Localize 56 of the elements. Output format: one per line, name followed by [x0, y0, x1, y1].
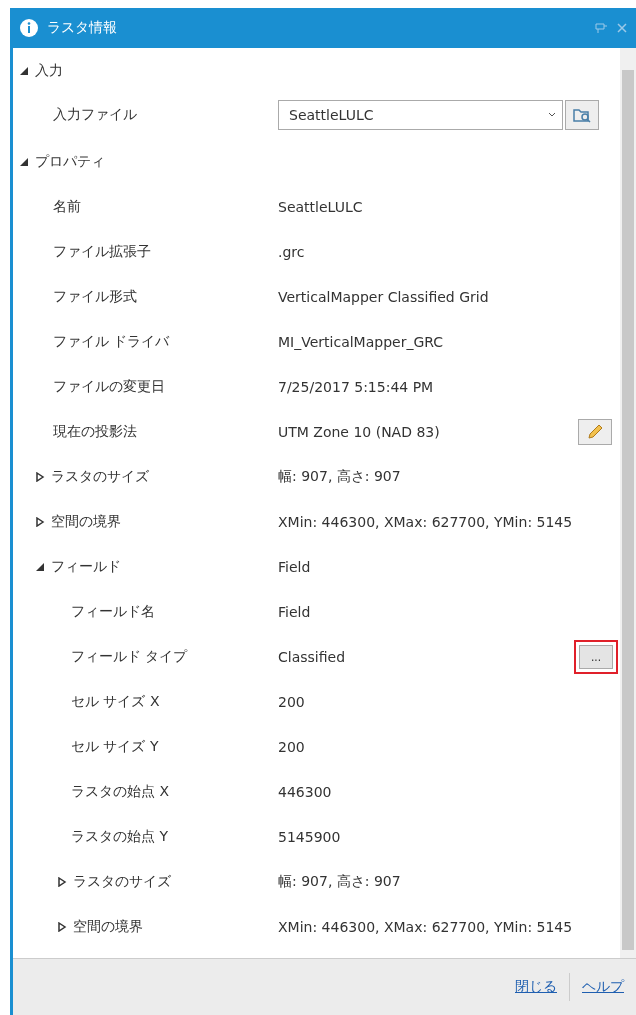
- property-label: 現在の投影法: [53, 422, 137, 441]
- footer-link[interactable]: ヘルプ: [582, 978, 624, 996]
- property-label: ファイルの変更日: [53, 377, 165, 396]
- property-label: 空間の境界: [73, 917, 143, 936]
- property-label: ファイル拡張子: [53, 242, 151, 261]
- property-label: フィールド タイプ: [71, 647, 188, 666]
- property-label: 入力ファイル: [53, 106, 137, 124]
- property-value: Field: [278, 603, 312, 620]
- collapsed-triangle-icon[interactable]: [35, 471, 45, 482]
- property-label: ラスタの始点 X: [71, 782, 170, 801]
- property-value: 200: [278, 693, 306, 710]
- folder-search-icon: [572, 106, 592, 124]
- property-label: ファイル ドライバ: [53, 332, 170, 351]
- property-label: セル サイズ Y: [71, 737, 159, 756]
- property-label: ラスタの始点 Y: [71, 827, 168, 846]
- collapsed-triangle-icon[interactable]: [35, 516, 45, 527]
- property-value: VerticalMapper Classified Grid: [278, 288, 490, 305]
- expanded-triangle-icon[interactable]: [19, 157, 29, 167]
- property-label: 名前: [53, 197, 81, 216]
- property-value: .grc: [278, 243, 306, 260]
- property-label: フィールド名: [71, 602, 155, 621]
- pencil-icon: [586, 422, 604, 441]
- input-file-dropdown[interactable]: SeattleLULC: [278, 100, 563, 130]
- info-icon: [19, 18, 39, 38]
- property-value: SeattleLULC: [278, 198, 364, 215]
- scrollbar[interactable]: [620, 48, 636, 958]
- property-value: XMin: 446300, XMax: 627700, YMin: 5145: [278, 918, 574, 935]
- expanded-triangle-icon[interactable]: [19, 66, 29, 76]
- property-label: フィールド: [51, 557, 121, 576]
- property-value: XMin: 446300, XMax: 627700, YMin: 5145: [278, 513, 574, 530]
- property-value: MI_VerticalMapper_GRC: [278, 333, 445, 350]
- edit-button[interactable]: [578, 418, 612, 445]
- property-label: セル サイズ X: [71, 692, 160, 711]
- browse-folder-button[interactable]: [565, 100, 599, 130]
- property-value: 幅: 907, 高さ: 907: [278, 872, 402, 891]
- collapsed-triangle-icon[interactable]: [57, 876, 67, 887]
- more-button[interactable]: ...: [579, 644, 613, 669]
- property-value: 幅: 907, 高さ: 907: [278, 467, 402, 486]
- section-header: プロパティ: [35, 153, 105, 171]
- window-title: ラスタ情報: [47, 19, 118, 37]
- property-value: Classified: [278, 648, 347, 665]
- property-value: 446300: [278, 783, 333, 800]
- section-header: 入力: [35, 62, 63, 80]
- property-label: ラスタのサイズ: [73, 872, 171, 891]
- property-label: ファイル形式: [53, 287, 137, 306]
- property-label: ラスタのサイズ: [51, 467, 149, 486]
- property-value: Field: [278, 558, 312, 575]
- property-value: 200: [278, 738, 306, 755]
- chevron-down-icon: [548, 112, 556, 118]
- property-value: UTM Zone 10 (NAD 83): [278, 423, 441, 440]
- expanded-triangle-icon[interactable]: [35, 561, 45, 572]
- collapsed-triangle-icon[interactable]: [57, 921, 67, 932]
- property-label: 空間の境界: [51, 512, 121, 531]
- property-value: 7/25/2017 5:15:44 PM: [278, 378, 435, 395]
- footer-link[interactable]: 閉じる: [515, 978, 557, 996]
- property-value: 5145900: [278, 828, 342, 845]
